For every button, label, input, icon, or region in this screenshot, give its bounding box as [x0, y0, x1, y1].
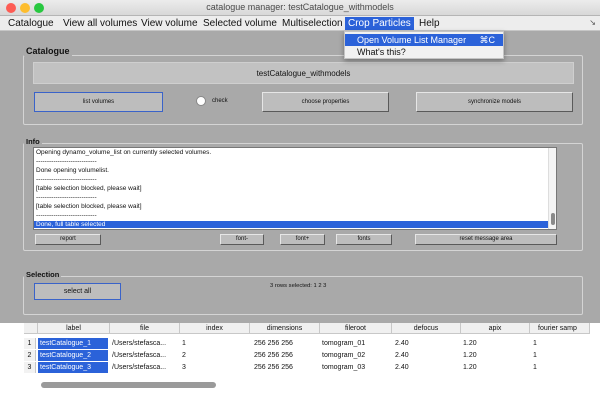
table-cell-file[interactable]: /Users/stefasca... — [110, 350, 180, 361]
table-cell-defocus[interactable]: 2.40 — [393, 350, 461, 361]
table-cell-fourier-samp[interactable]: 1 — [531, 350, 591, 361]
font-plus-button[interactable]: font+ — [280, 234, 325, 245]
table-cell-file[interactable]: /Users/stefasca... — [110, 362, 180, 373]
log-scrollbar-thumb[interactable] — [551, 213, 555, 225]
log-line: ---------------------------- — [36, 158, 97, 165]
info-log-area[interactable]: Opening dynamo_volume_list on currently … — [33, 147, 557, 230]
row-number: 1 — [24, 338, 36, 349]
synchronize-models-button[interactable]: synchronize models — [416, 92, 573, 112]
catalogue-section-label: Catalogue — [24, 46, 72, 56]
column-header-file[interactable]: file — [110, 323, 180, 334]
column-header-index[interactable]: index — [180, 323, 250, 334]
menu-selected-volume[interactable]: Selected volume — [200, 17, 280, 30]
log-line: ---------------------------- — [36, 176, 97, 183]
volumes-table: label file index dimensions fileroot def… — [0, 323, 600, 415]
menu-crop-particles[interactable]: Crop Particles — [345, 17, 414, 30]
crop-particles-dropdown: Open Volume List Manager ⌘C What's this? — [344, 31, 504, 59]
table-cell-label[interactable]: testCatalogue_2 — [38, 350, 108, 361]
table-cell-defocus[interactable]: 2.40 — [393, 362, 461, 373]
row-number: 2 — [24, 350, 36, 361]
table-cell-dimensions[interactable]: 256 256 256 — [252, 350, 320, 361]
menu-help[interactable]: Help — [416, 17, 443, 30]
check-label: check — [212, 98, 228, 104]
table-corner — [24, 323, 38, 334]
menu-item-shortcut: ⌘C — [479, 35, 496, 45]
catalogue-name-field: testCatalogue_withmodels — [33, 62, 574, 84]
table-cell-apix[interactable]: 1.20 — [461, 362, 530, 373]
menu-multiselection[interactable]: Multiselection — [279, 17, 346, 30]
title-bar: catalogue manager: testCatalogue_withmod… — [0, 0, 600, 16]
table-horizontal-scrollbar[interactable] — [38, 382, 558, 388]
table-cell-file[interactable]: /Users/stefasca... — [110, 338, 180, 349]
menu-item-label: Open Volume List Manager — [357, 35, 467, 45]
selection-status-text: 3 rows selected: 1 2 3 — [270, 283, 327, 289]
column-header-defocus[interactable]: defocus — [392, 323, 461, 334]
row-number: 3 — [24, 362, 36, 373]
table-cell-fileroot[interactable]: tomogram_03 — [320, 362, 392, 373]
menu-item-whats-this[interactable]: What's this? — [345, 46, 503, 58]
table-cell-apix[interactable]: 1.20 — [461, 350, 530, 361]
log-line: Done opening volumelist. — [36, 167, 109, 174]
window-title: catalogue manager: testCatalogue_withmod… — [206, 2, 394, 12]
log-scrollbar[interactable] — [548, 148, 556, 229]
table-cell-label[interactable]: testCatalogue_1 — [38, 338, 108, 349]
log-line: ---------------------------- — [36, 194, 97, 201]
table-cell-index[interactable]: 3 — [180, 362, 250, 373]
selection-section-label: Selection — [24, 270, 62, 279]
list-volumes-button[interactable]: list volumes — [34, 92, 163, 112]
table-cell-dimensions[interactable]: 256 256 256 — [252, 362, 320, 373]
column-header-label[interactable]: label — [38, 323, 110, 334]
menu-bar: Catalogue View all volumes View volume S… — [0, 16, 600, 31]
log-line: Opening dynamo_volume_list on currently … — [36, 149, 212, 156]
log-line: ---------------------------- — [36, 212, 97, 219]
log-line: [table selection blocked, please wait] — [36, 203, 142, 210]
table-cell-apix[interactable]: 1.20 — [461, 338, 530, 349]
table-cell-dimensions[interactable]: 256 256 256 — [252, 338, 320, 349]
choose-properties-button[interactable]: choose properties — [262, 92, 389, 112]
table-cell-index[interactable]: 1 — [180, 338, 250, 349]
menu-view-all-volumes[interactable]: View all volumes — [60, 17, 140, 30]
log-line-selected: Done, full table selected — [34, 221, 548, 228]
column-header-fourier-samp[interactable]: fourier samp — [530, 323, 590, 334]
table-scrollbar-thumb[interactable] — [41, 382, 216, 388]
menu-item-open-volume-list-manager[interactable]: Open Volume List Manager ⌘C — [345, 34, 503, 46]
info-section-label: Info — [24, 137, 42, 146]
resize-arrow-icon[interactable]: ↘ — [589, 18, 596, 27]
select-all-button[interactable]: select all — [34, 283, 121, 300]
table-cell-defocus[interactable]: 2.40 — [393, 338, 461, 349]
table-cell-label[interactable]: testCatalogue_3 — [38, 362, 108, 373]
table-cell-fourier-samp[interactable]: 1 — [531, 362, 591, 373]
table-cell-fileroot[interactable]: tomogram_01 — [320, 338, 392, 349]
table-cell-fourier-samp[interactable]: 1 — [531, 338, 591, 349]
font-minus-button[interactable]: font- — [220, 234, 264, 245]
table-cell-index[interactable]: 2 — [180, 350, 250, 361]
log-line: [table selection blocked, please wait] — [36, 185, 142, 192]
menu-item-label: What's this? — [357, 47, 406, 57]
column-header-apix[interactable]: apix — [461, 323, 530, 334]
fonts-button[interactable]: fonts — [336, 234, 392, 245]
report-button[interactable]: report — [35, 234, 101, 245]
column-header-dimensions[interactable]: dimensions — [250, 323, 320, 334]
menu-view-volume[interactable]: View volume — [138, 17, 201, 30]
reset-message-area-button[interactable]: reset message area — [415, 234, 557, 245]
check-radio[interactable] — [196, 96, 206, 106]
table-cell-fileroot[interactable]: tomogram_02 — [320, 350, 392, 361]
column-header-fileroot[interactable]: fileroot — [320, 323, 392, 334]
menu-catalogue[interactable]: Catalogue — [5, 17, 57, 30]
